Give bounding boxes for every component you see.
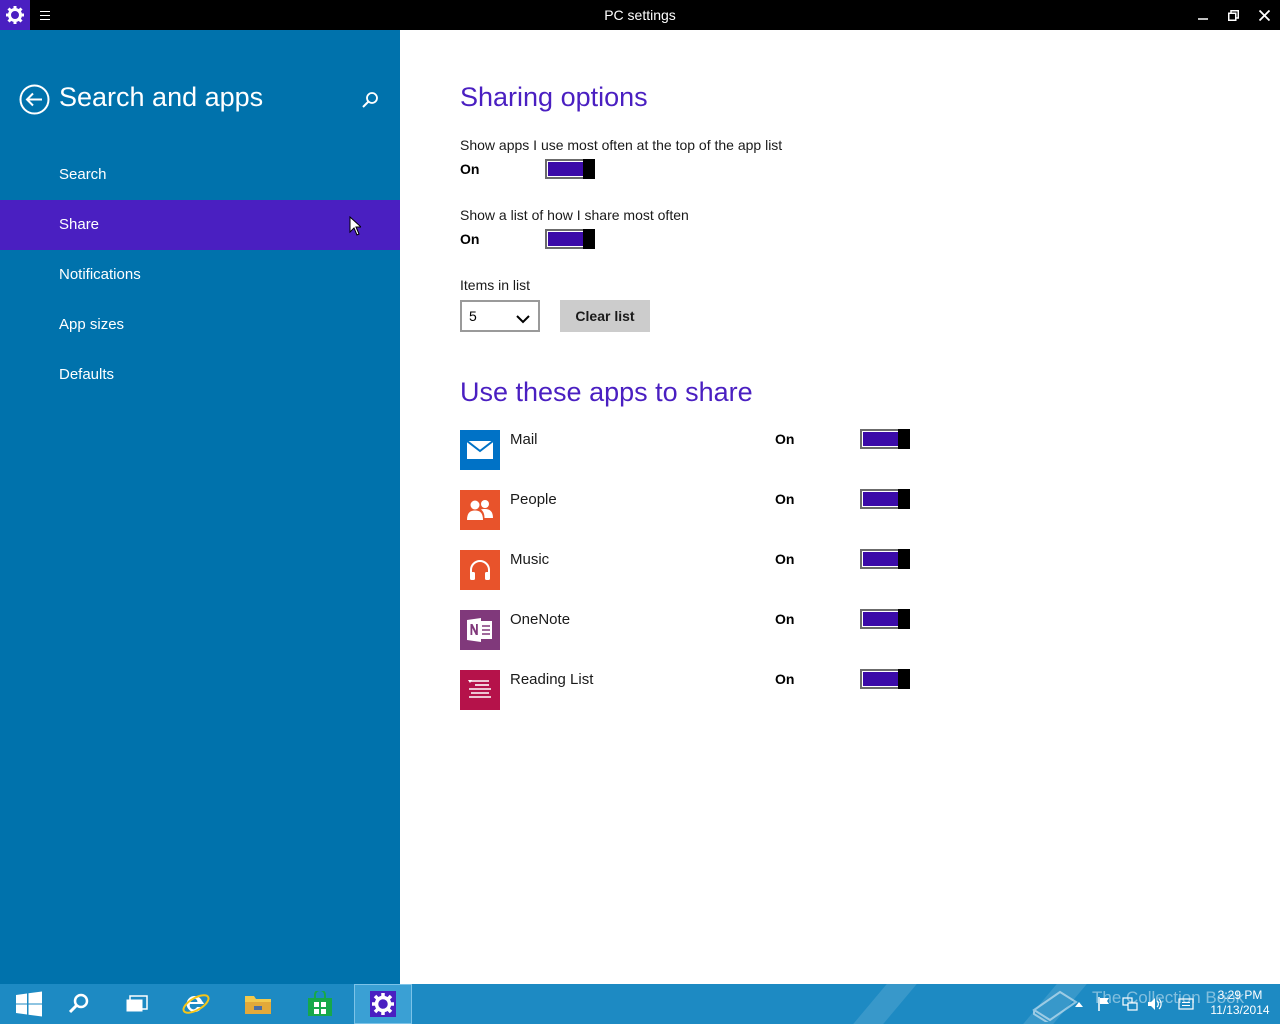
window-title: PC settings xyxy=(604,7,676,23)
clock[interactable]: 3:29 PM 11/13/2014 xyxy=(1205,988,1275,1018)
share-app-row-reading-list: Reading List On xyxy=(460,669,920,710)
app-name: OneNote xyxy=(510,611,571,628)
headphones-icon xyxy=(460,550,500,590)
share-app-row-mail: Mail On xyxy=(460,429,920,470)
sidebar: Search and apps Search Share Notificatio… xyxy=(0,30,400,984)
items-in-list-label: Items in list xyxy=(460,277,531,293)
app-state: On xyxy=(775,431,795,447)
volume-icon[interactable] xyxy=(1145,984,1165,1024)
keyboard-input-icon[interactable] xyxy=(1176,984,1196,1024)
onenote-share-toggle[interactable] xyxy=(860,609,910,629)
mail-icon xyxy=(460,430,500,470)
items-in-list-dropdown[interactable]: 5 xyxy=(460,300,540,332)
mouse-cursor-icon xyxy=(349,215,363,236)
sidebar-item-app-sizes[interactable]: App sizes xyxy=(0,300,400,350)
onenote-icon xyxy=(460,610,500,650)
sidebar-item-notifications[interactable]: Notifications xyxy=(0,250,400,300)
minimize-button[interactable] xyxy=(1187,0,1218,30)
clear-list-button[interactable]: Clear list xyxy=(560,300,650,332)
clock-time: 3:29 PM xyxy=(1217,988,1263,1002)
share-app-row-music: Music On xyxy=(460,549,920,590)
show-share-list-state: On xyxy=(460,231,480,247)
people-icon xyxy=(460,490,500,530)
main-content: Sharing options Show apps I use most oft… xyxy=(400,30,1280,984)
network-icon[interactable] xyxy=(1120,984,1140,1024)
taskbar-decoration xyxy=(853,984,917,1024)
sharing-options-title: Sharing options xyxy=(460,82,648,112)
sidebar-nav: Search Share Notifications App sizes Def… xyxy=(0,150,400,400)
taskbar-search-icon[interactable] xyxy=(50,984,108,1024)
show-share-list-label: Show a list of how I share most often xyxy=(460,207,689,223)
show-share-list-toggle[interactable] xyxy=(545,229,595,249)
action-center-flag-icon[interactable] xyxy=(1095,984,1113,1024)
clock-date: 11/13/2014 xyxy=(1210,1003,1270,1017)
pc-settings-taskbar-icon[interactable] xyxy=(354,984,412,1024)
store-icon[interactable] xyxy=(291,984,349,1024)
app-name: Music xyxy=(510,551,550,568)
task-view-icon[interactable] xyxy=(108,984,166,1024)
sidebar-item-search[interactable]: Search xyxy=(0,150,400,200)
app-name: Mail xyxy=(510,431,538,448)
show-apps-top-state: On xyxy=(460,161,480,177)
sidebar-item-defaults[interactable]: Defaults xyxy=(0,350,400,400)
app-state: On xyxy=(775,671,795,687)
chevron-down-icon xyxy=(516,311,530,324)
mail-share-toggle[interactable] xyxy=(860,429,910,449)
show-apps-top-toggle[interactable] xyxy=(545,159,595,179)
title-bar: PC settings xyxy=(0,0,1280,30)
app-state: On xyxy=(775,611,795,627)
people-share-toggle[interactable] xyxy=(860,489,910,509)
music-share-toggle[interactable] xyxy=(860,549,910,569)
share-apps-title: Use these apps to share xyxy=(460,377,753,407)
internet-explorer-icon[interactable] xyxy=(167,984,225,1024)
app-state: On xyxy=(775,491,795,507)
app-state: On xyxy=(775,551,795,567)
hamburger-menu-icon[interactable] xyxy=(36,7,54,23)
tray-chevron-up-icon[interactable] xyxy=(1072,984,1086,1024)
back-arrow-icon[interactable] xyxy=(19,84,50,115)
restore-button[interactable] xyxy=(1218,0,1249,30)
app-name: People xyxy=(510,491,557,508)
items-in-list-value: 5 xyxy=(469,308,477,324)
taskbar: The Collection Book 3:29 PM 11/13/2014 xyxy=(0,984,1280,1024)
file-explorer-icon[interactable] xyxy=(229,984,287,1024)
reading-list-share-toggle[interactable] xyxy=(860,669,910,689)
sidebar-heading: Search and apps xyxy=(59,82,264,112)
sidebar-item-share[interactable]: Share xyxy=(0,200,400,250)
reading-list-icon xyxy=(460,670,500,710)
settings-gear-icon[interactable] xyxy=(0,0,30,30)
show-apps-top-label: Show apps I use most often at the top of… xyxy=(460,137,783,153)
close-button[interactable] xyxy=(1249,0,1280,30)
search-icon[interactable] xyxy=(360,90,380,110)
app-name: Reading List xyxy=(510,671,594,688)
share-app-row-onenote: OneNote On xyxy=(460,609,920,650)
share-app-row-people: People On xyxy=(460,489,920,530)
